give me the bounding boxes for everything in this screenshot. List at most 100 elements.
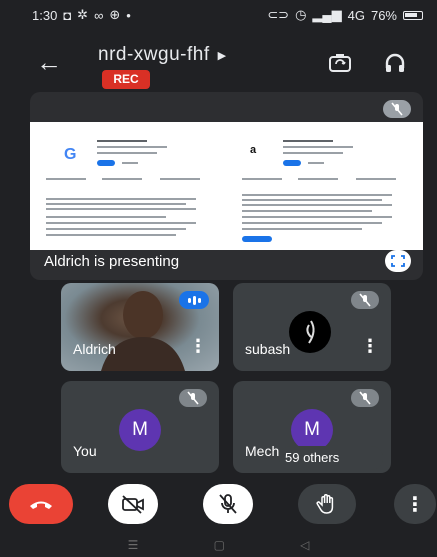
doc-line (46, 203, 186, 205)
doc-chip (242, 236, 272, 242)
more-options-button[interactable]: ⋮ (394, 484, 436, 524)
doc-line (46, 208, 196, 210)
doc-line (102, 178, 142, 180)
raise-hand-button[interactable] (298, 484, 356, 524)
avatar (289, 311, 331, 353)
end-call-button[interactable] (9, 484, 73, 524)
headphones-icon[interactable] (380, 48, 410, 78)
doc-line (46, 228, 186, 230)
shared-screen-content: G a (30, 122, 423, 250)
doc-chip (283, 160, 301, 166)
back-arrow-icon[interactable]: ← (36, 48, 66, 78)
network-label: 4G (347, 7, 365, 23)
mic-muted-icon (351, 389, 379, 407)
avatar: M (119, 409, 161, 451)
doc-line (283, 152, 343, 154)
doc-line (308, 162, 324, 164)
mic-off-icon (219, 494, 237, 514)
battery-icon (403, 10, 423, 20)
participant-tile-subash[interactable]: subash ⋮ (233, 283, 391, 371)
doc-line (160, 178, 200, 180)
call-controls: ⋮ (0, 480, 437, 528)
doc-line (283, 146, 353, 148)
hand-icon (316, 494, 334, 514)
doc-line (46, 216, 166, 218)
home-icon[interactable]: ▢ (214, 538, 225, 552)
battery-percent: 76% (370, 7, 397, 23)
meeting-code: nrd-xwgu-fhf (98, 44, 210, 65)
link-icon: ⊂⊃ (267, 7, 290, 22)
fullscreen-icon[interactable] (385, 250, 411, 272)
infinity-icon: ∞ (94, 7, 104, 23)
switch-camera-icon[interactable] (325, 48, 355, 78)
participant-name: You (73, 443, 97, 459)
dot-icon: • (126, 7, 131, 23)
doc-line (46, 234, 176, 236)
participant-name: Mech (245, 443, 280, 459)
camera-toggle-button[interactable] (108, 484, 158, 524)
meeting-header: ← nrd-xwgu-fhf ▶ REC (0, 34, 437, 90)
mic-muted-svg (391, 102, 403, 116)
participant-name: subash (245, 341, 291, 357)
participant-tile-you[interactable]: M You (61, 381, 219, 473)
doc-line (242, 204, 392, 206)
camera-off-icon (122, 495, 144, 514)
mic-muted-icon (351, 291, 379, 309)
mic-muted-svg (359, 391, 371, 405)
doc-line (122, 162, 138, 164)
participant-tile-aldrich[interactable]: Aldrich ⋮ (61, 283, 219, 371)
doc-chip (97, 160, 115, 166)
doc-line (242, 228, 362, 230)
status-time: 1:30 (32, 7, 58, 23)
alarm-icon: ◷ (295, 7, 307, 22)
participant-name: Aldrich (73, 341, 116, 357)
avatar: M (291, 409, 333, 451)
doc-line (242, 199, 382, 201)
presenting-caption: Aldrich is presenting (44, 253, 180, 270)
doc-line (242, 222, 382, 224)
settings-icon: ✲ (77, 7, 89, 22)
doc-line (356, 178, 396, 180)
doc-line (97, 140, 147, 142)
avatar-image (306, 320, 315, 344)
speaking-bar (187, 297, 191, 303)
cast-icon: ◘ (63, 7, 72, 23)
headphones-svg (385, 53, 405, 72)
doc-line (97, 146, 167, 148)
doc-line (46, 178, 86, 180)
doc-line (242, 216, 392, 218)
doc-line (242, 178, 282, 180)
meet-screen: 1:30 ◘ ✲ ∞ ⊕ • ⊂⊃ ◷ ▂▄▆ 4G 76% ← nrd-xwg… (0, 0, 437, 557)
speaking-bar (192, 295, 196, 305)
mic-muted-svg (187, 391, 199, 405)
speaking-indicator-icon (179, 291, 209, 309)
status-right: ⊂⊃ ◷ ▂▄▆ 4G 76% (267, 7, 423, 23)
recording-badge: REC (102, 70, 150, 89)
speaking-bar (197, 297, 201, 303)
shared-doc-left: G (42, 136, 212, 244)
status-bar: 1:30 ◘ ✲ ∞ ⊕ • ⊂⊃ ◷ ▂▄▆ 4G 76% (0, 0, 437, 30)
doc-line (298, 178, 338, 180)
switch-camera-svg (329, 54, 351, 72)
back-nav-icon[interactable]: ◁ (300, 538, 309, 552)
fullscreen-svg (391, 255, 405, 267)
mic-muted-icon (383, 100, 411, 118)
doc-line (46, 222, 196, 224)
others-count-chip[interactable]: 59 others (279, 446, 383, 470)
mic-muted-svg (359, 293, 371, 307)
doc-line (283, 140, 333, 142)
mic-muted-icon (179, 389, 207, 407)
recent-apps-icon[interactable]: ☰ (128, 538, 139, 552)
more-vert-icon[interactable]: ⋮ (189, 336, 207, 357)
mic-toggle-button[interactable] (203, 484, 253, 524)
more-vert-icon[interactable]: ⋮ (361, 336, 379, 357)
signal-icon: ▂▄▆ (312, 7, 342, 22)
shared-doc-right: a (238, 136, 408, 244)
presentation-tile[interactable]: G a Aldrich is presenting (30, 92, 423, 280)
doc-line (97, 152, 157, 154)
system-nav-bar: ☰ ▢ ◁ (0, 532, 437, 557)
chevron-right-icon: ▶ (217, 49, 227, 62)
meeting-title[interactable]: nrd-xwgu-fhf ▶ (98, 44, 227, 66)
google-logo-icon: G (64, 146, 77, 163)
doc-line (242, 210, 372, 212)
